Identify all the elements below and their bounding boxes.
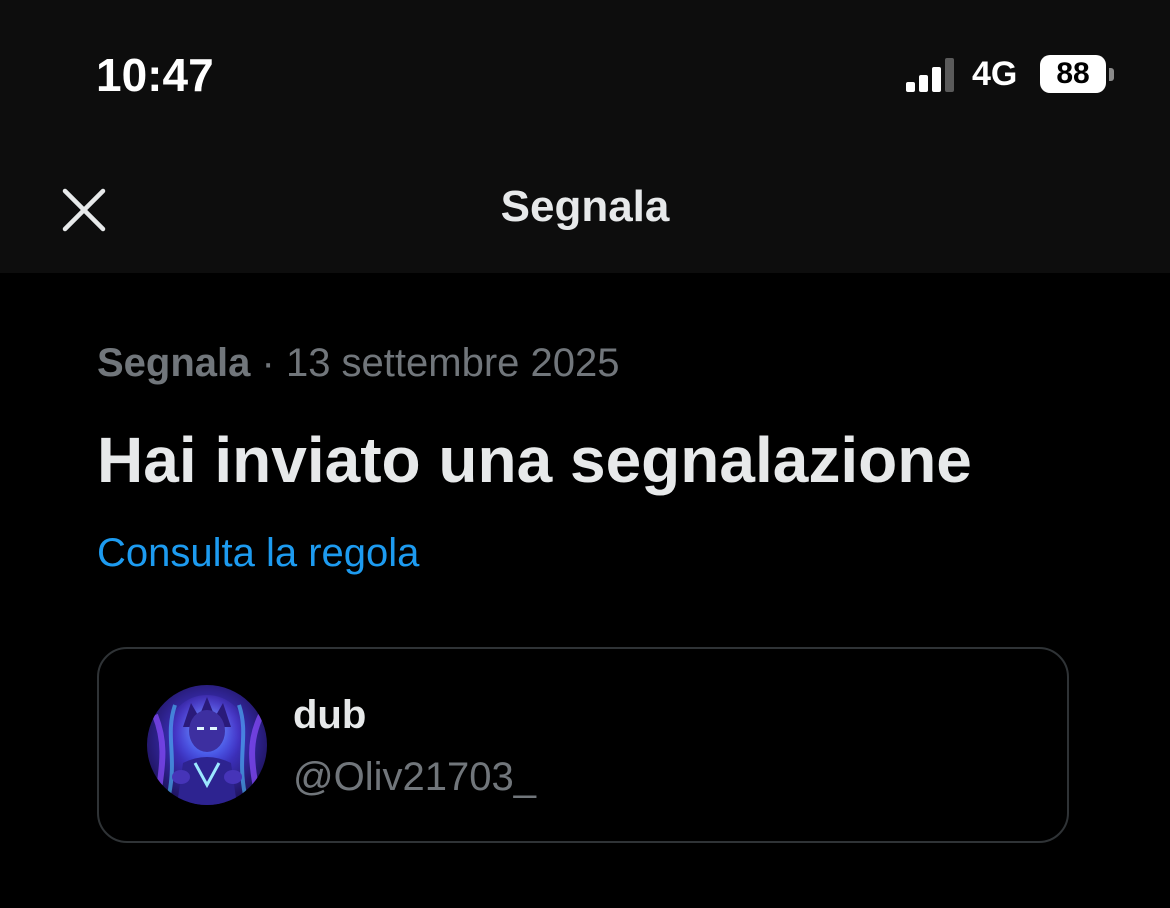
avatar-image xyxy=(147,685,267,805)
status-time: 10:47 xyxy=(96,49,214,101)
account-handle: @Oliv21703_ xyxy=(293,755,536,799)
signal-icon xyxy=(906,58,954,92)
report-headline: Hai inviato una segnalazione xyxy=(97,424,972,496)
avatar[interactable] xyxy=(147,685,267,805)
battery-tip xyxy=(1109,68,1114,81)
meta-separator: · xyxy=(250,341,286,385)
account-display-name: dub xyxy=(293,693,367,737)
battery-level: 88 xyxy=(1056,57,1090,90)
nav-bar: Segnala xyxy=(0,140,1170,273)
status-bar: 10:47 4G 88 xyxy=(0,0,1170,140)
battery-icon: 88 xyxy=(1040,55,1106,93)
network-type: 4G xyxy=(972,55,1018,93)
policy-link[interactable]: Consulta la regola xyxy=(97,531,419,576)
page-title: Segnala xyxy=(500,182,670,231)
reported-account-card[interactable]: dub @Oliv21703_ xyxy=(97,647,1069,843)
report-meta: Segnala · 13 settembre 2025 xyxy=(97,341,620,386)
report-date: 13 settembre 2025 xyxy=(285,341,620,385)
report-detail: Segnala · 13 settembre 2025 Hai inviato … xyxy=(0,273,1170,908)
report-category: Segnala xyxy=(97,341,251,385)
